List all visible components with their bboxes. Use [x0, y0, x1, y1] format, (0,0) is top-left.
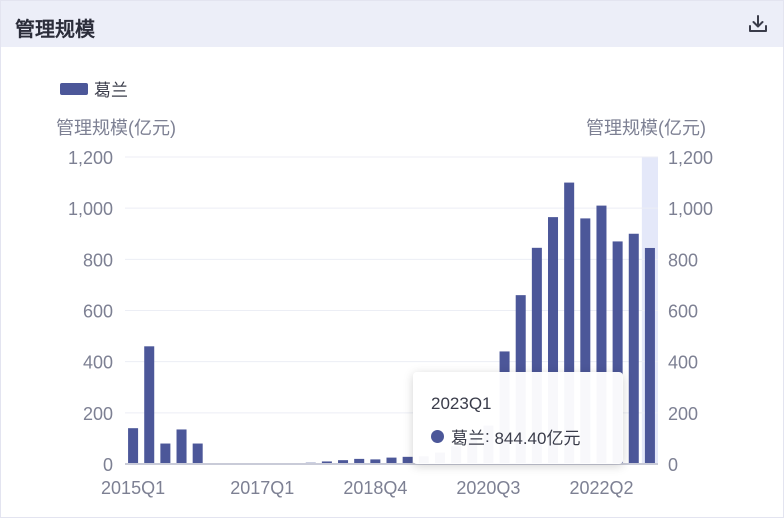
x-tick-label: 2020Q3: [456, 478, 520, 498]
x-tick-label: 2015Q1: [101, 478, 165, 498]
y-tick-label-right: 0: [668, 455, 678, 475]
y-tick-label-left: 800: [83, 250, 113, 270]
y-tick-label-right: 400: [668, 353, 698, 373]
y-tick-label-left: 0: [103, 455, 113, 475]
bar: [160, 443, 171, 464]
x-tick-label: 2018Q4: [343, 478, 407, 498]
y-tick-label-right: 1,200: [668, 148, 713, 168]
y-tick-label-right: 200: [668, 404, 698, 424]
tooltip-title: 2023Q1: [431, 394, 492, 413]
x-tick-label: 2017Q1: [230, 478, 294, 498]
bar: [176, 429, 187, 464]
y-tick-label-right: 800: [668, 250, 698, 270]
y-tick-label-left: 200: [83, 404, 113, 424]
tooltip-value: 844.40亿元: [494, 429, 581, 448]
bar: [144, 346, 155, 464]
y-tick-label-left: 1,200: [68, 148, 113, 168]
y-tick-label-left: 400: [83, 353, 113, 373]
bar: [628, 233, 639, 464]
y-tick-label-right: 600: [668, 302, 698, 322]
bar: [128, 428, 139, 464]
y-tick-label-left: 1,000: [68, 199, 113, 219]
chart-tooltip: 2023Q1 葛兰 : 844.40亿元: [413, 372, 623, 464]
y-tick-label-left: 600: [83, 302, 113, 322]
tooltip-colon: :: [485, 426, 495, 446]
tooltip-row: 葛兰 : 844.40亿元: [431, 424, 580, 449]
bar: [644, 247, 655, 464]
tooltip-series-name: 葛兰: [451, 429, 485, 448]
bar: [192, 443, 203, 464]
bar-chart: 0 0 200 200 400 400 600 600 800 800 1,000 1,000 1,20…: [68, 148, 713, 498]
tooltip-series-dot: [431, 430, 444, 443]
y-tick-label-right: 1,000: [668, 199, 713, 219]
x-tick-label: 2022Q2: [569, 478, 633, 498]
bar: [402, 456, 413, 464]
